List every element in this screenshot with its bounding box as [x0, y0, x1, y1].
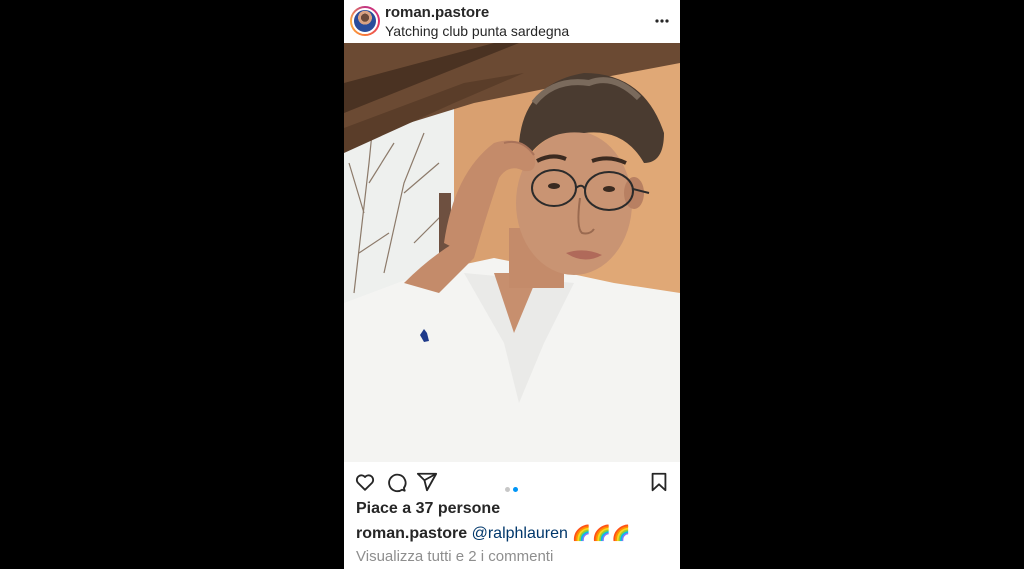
post-photo[interactable] — [344, 43, 680, 462]
paper-plane-icon[interactable] — [416, 471, 438, 493]
caption-emoji: 🌈🌈🌈 — [572, 525, 632, 542]
carousel-dot-active — [513, 487, 518, 492]
carousel-indicator — [505, 479, 521, 492]
heart-icon[interactable] — [354, 471, 376, 493]
post-location[interactable]: Yatching club punta sardegna — [385, 23, 569, 39]
comment-icon[interactable] — [385, 471, 407, 493]
caption-username[interactable]: roman.pastore — [356, 525, 467, 542]
selfie-image — [344, 43, 680, 462]
post-header: roman.pastore Yatching club punta sardeg… — [344, 0, 680, 43]
likes-count[interactable]: Piace a 37 persone — [356, 500, 500, 518]
avatar-image — [352, 8, 378, 34]
more-horizontal-icon[interactable] — [654, 13, 670, 29]
action-bar — [344, 462, 680, 500]
bookmark-icon[interactable] — [648, 471, 670, 493]
instagram-post: roman.pastore Yatching club punta sardeg… — [344, 0, 680, 569]
caption-mention[interactable]: @ralphlauren — [472, 525, 568, 542]
carousel-dot — [505, 487, 510, 492]
avatar[interactable] — [350, 6, 380, 36]
view-comments-link[interactable]: Visualizza tutti e 2 i commenti — [356, 548, 553, 565]
post-username[interactable]: roman.pastore — [385, 4, 489, 21]
post-caption: roman.pastore @ralphlauren 🌈🌈🌈 — [356, 524, 631, 543]
